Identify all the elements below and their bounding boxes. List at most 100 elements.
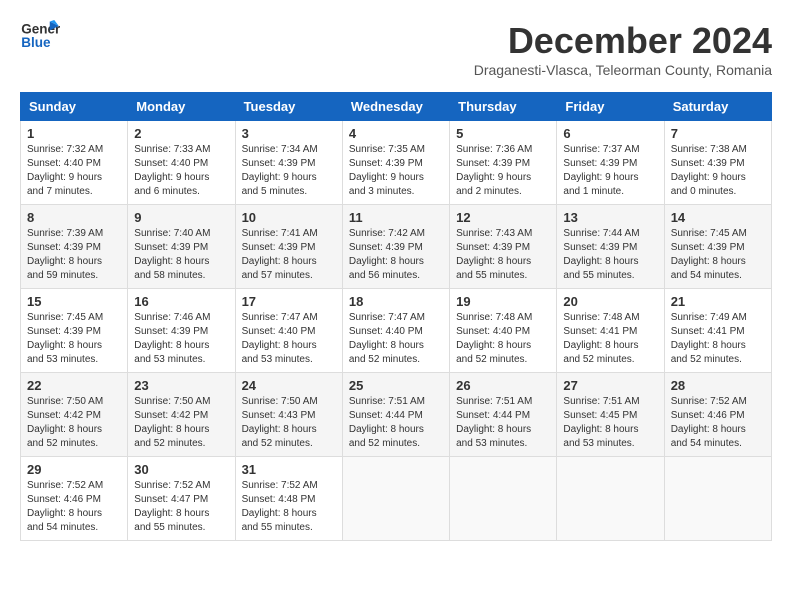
table-row: 4 Sunrise: 7:35 AM Sunset: 4:39 PM Dayli… [342,121,449,205]
svg-text:Blue: Blue [21,35,51,50]
day-info: Sunrise: 7:44 AM Sunset: 4:39 PM Dayligh… [563,227,657,283]
table-row: 10 Sunrise: 7:41 AM Sunset: 4:39 PM Dayl… [235,205,342,289]
day-info: Sunrise: 7:51 AM Sunset: 4:44 PM Dayligh… [349,395,443,451]
table-row [557,457,664,541]
day-number: 30 [134,462,228,477]
day-info: Sunrise: 7:51 AM Sunset: 4:45 PM Dayligh… [563,395,657,451]
day-info: Sunrise: 7:52 AM Sunset: 4:48 PM Dayligh… [242,479,336,535]
day-number: 29 [27,462,121,477]
table-row: 25 Sunrise: 7:51 AM Sunset: 4:44 PM Dayl… [342,373,449,457]
day-number: 28 [671,378,765,393]
day-info: Sunrise: 7:52 AM Sunset: 4:46 PM Dayligh… [27,479,121,535]
day-number: 5 [456,126,550,141]
table-row: 16 Sunrise: 7:46 AM Sunset: 4:39 PM Dayl… [128,289,235,373]
table-row: 8 Sunrise: 7:39 AM Sunset: 4:39 PM Dayli… [21,205,128,289]
day-number: 21 [671,294,765,309]
day-number: 15 [27,294,121,309]
day-number: 11 [349,210,443,225]
day-number: 26 [456,378,550,393]
table-row: 27 Sunrise: 7:51 AM Sunset: 4:45 PM Dayl… [557,373,664,457]
table-row: 3 Sunrise: 7:34 AM Sunset: 4:39 PM Dayli… [235,121,342,205]
table-row: 30 Sunrise: 7:52 AM Sunset: 4:47 PM Dayl… [128,457,235,541]
day-number: 3 [242,126,336,141]
table-row: 15 Sunrise: 7:45 AM Sunset: 4:39 PM Dayl… [21,289,128,373]
day-info: Sunrise: 7:48 AM Sunset: 4:41 PM Dayligh… [563,311,657,367]
month-title: December 2024 [474,20,772,62]
day-info: Sunrise: 7:50 AM Sunset: 4:42 PM Dayligh… [134,395,228,451]
day-number: 17 [242,294,336,309]
day-number: 9 [134,210,228,225]
calendar-week-row: 8 Sunrise: 7:39 AM Sunset: 4:39 PM Dayli… [21,205,772,289]
day-info: Sunrise: 7:34 AM Sunset: 4:39 PM Dayligh… [242,143,336,199]
day-info: Sunrise: 7:47 AM Sunset: 4:40 PM Dayligh… [349,311,443,367]
table-row: 1 Sunrise: 7:32 AM Sunset: 4:40 PM Dayli… [21,121,128,205]
day-number: 8 [27,210,121,225]
day-info: Sunrise: 7:52 AM Sunset: 4:47 PM Dayligh… [134,479,228,535]
day-number: 22 [27,378,121,393]
table-row: 13 Sunrise: 7:44 AM Sunset: 4:39 PM Dayl… [557,205,664,289]
day-info: Sunrise: 7:45 AM Sunset: 4:39 PM Dayligh… [27,311,121,367]
table-row: 11 Sunrise: 7:42 AM Sunset: 4:39 PM Dayl… [342,205,449,289]
day-info: Sunrise: 7:45 AM Sunset: 4:39 PM Dayligh… [671,227,765,283]
subtitle: Draganesti-Vlasca, Teleorman County, Rom… [474,62,772,78]
day-number: 16 [134,294,228,309]
col-saturday: Saturday [664,93,771,121]
day-number: 14 [671,210,765,225]
table-row: 22 Sunrise: 7:50 AM Sunset: 4:42 PM Dayl… [21,373,128,457]
day-info: Sunrise: 7:32 AM Sunset: 4:40 PM Dayligh… [27,143,121,199]
day-info: Sunrise: 7:50 AM Sunset: 4:43 PM Dayligh… [242,395,336,451]
calendar-week-row: 22 Sunrise: 7:50 AM Sunset: 4:42 PM Dayl… [21,373,772,457]
day-info: Sunrise: 7:39 AM Sunset: 4:39 PM Dayligh… [27,227,121,283]
table-row: 19 Sunrise: 7:48 AM Sunset: 4:40 PM Dayl… [450,289,557,373]
day-info: Sunrise: 7:36 AM Sunset: 4:39 PM Dayligh… [456,143,550,199]
title-section: December 2024 Draganesti-Vlasca, Teleorm… [474,20,772,88]
day-number: 12 [456,210,550,225]
table-row [664,457,771,541]
table-row: 20 Sunrise: 7:48 AM Sunset: 4:41 PM Dayl… [557,289,664,373]
day-info: Sunrise: 7:42 AM Sunset: 4:39 PM Dayligh… [349,227,443,283]
table-row: 28 Sunrise: 7:52 AM Sunset: 4:46 PM Dayl… [664,373,771,457]
table-row: 24 Sunrise: 7:50 AM Sunset: 4:43 PM Dayl… [235,373,342,457]
day-number: 13 [563,210,657,225]
day-number: 6 [563,126,657,141]
day-number: 24 [242,378,336,393]
day-info: Sunrise: 7:52 AM Sunset: 4:46 PM Dayligh… [671,395,765,451]
day-number: 23 [134,378,228,393]
logo-icon: General Blue [20,20,60,50]
table-row: 21 Sunrise: 7:49 AM Sunset: 4:41 PM Dayl… [664,289,771,373]
day-info: Sunrise: 7:38 AM Sunset: 4:39 PM Dayligh… [671,143,765,199]
day-info: Sunrise: 7:40 AM Sunset: 4:39 PM Dayligh… [134,227,228,283]
table-row: 9 Sunrise: 7:40 AM Sunset: 4:39 PM Dayli… [128,205,235,289]
calendar-table: Sunday Monday Tuesday Wednesday Thursday… [20,92,772,541]
table-row: 14 Sunrise: 7:45 AM Sunset: 4:39 PM Dayl… [664,205,771,289]
day-number: 27 [563,378,657,393]
day-info: Sunrise: 7:50 AM Sunset: 4:42 PM Dayligh… [27,395,121,451]
calendar-week-row: 15 Sunrise: 7:45 AM Sunset: 4:39 PM Dayl… [21,289,772,373]
day-info: Sunrise: 7:48 AM Sunset: 4:40 PM Dayligh… [456,311,550,367]
table-row: 29 Sunrise: 7:52 AM Sunset: 4:46 PM Dayl… [21,457,128,541]
table-row: 23 Sunrise: 7:50 AM Sunset: 4:42 PM Dayl… [128,373,235,457]
day-number: 1 [27,126,121,141]
calendar-week-row: 29 Sunrise: 7:52 AM Sunset: 4:46 PM Dayl… [21,457,772,541]
day-info: Sunrise: 7:37 AM Sunset: 4:39 PM Dayligh… [563,143,657,199]
day-info: Sunrise: 7:35 AM Sunset: 4:39 PM Dayligh… [349,143,443,199]
calendar-week-row: 1 Sunrise: 7:32 AM Sunset: 4:40 PM Dayli… [21,121,772,205]
day-info: Sunrise: 7:49 AM Sunset: 4:41 PM Dayligh… [671,311,765,367]
col-wednesday: Wednesday [342,93,449,121]
col-sunday: Sunday [21,93,128,121]
table-row: 12 Sunrise: 7:43 AM Sunset: 4:39 PM Dayl… [450,205,557,289]
day-info: Sunrise: 7:47 AM Sunset: 4:40 PM Dayligh… [242,311,336,367]
day-number: 7 [671,126,765,141]
table-row: 17 Sunrise: 7:47 AM Sunset: 4:40 PM Dayl… [235,289,342,373]
day-number: 19 [456,294,550,309]
table-row: 7 Sunrise: 7:38 AM Sunset: 4:39 PM Dayli… [664,121,771,205]
calendar-header-row: Sunday Monday Tuesday Wednesday Thursday… [21,93,772,121]
table-row [342,457,449,541]
page-header: General Blue December 2024 Draganesti-Vl… [20,20,772,88]
day-info: Sunrise: 7:51 AM Sunset: 4:44 PM Dayligh… [456,395,550,451]
table-row: 26 Sunrise: 7:51 AM Sunset: 4:44 PM Dayl… [450,373,557,457]
table-row: 31 Sunrise: 7:52 AM Sunset: 4:48 PM Dayl… [235,457,342,541]
col-monday: Monday [128,93,235,121]
day-info: Sunrise: 7:46 AM Sunset: 4:39 PM Dayligh… [134,311,228,367]
table-row: 2 Sunrise: 7:33 AM Sunset: 4:40 PM Dayli… [128,121,235,205]
